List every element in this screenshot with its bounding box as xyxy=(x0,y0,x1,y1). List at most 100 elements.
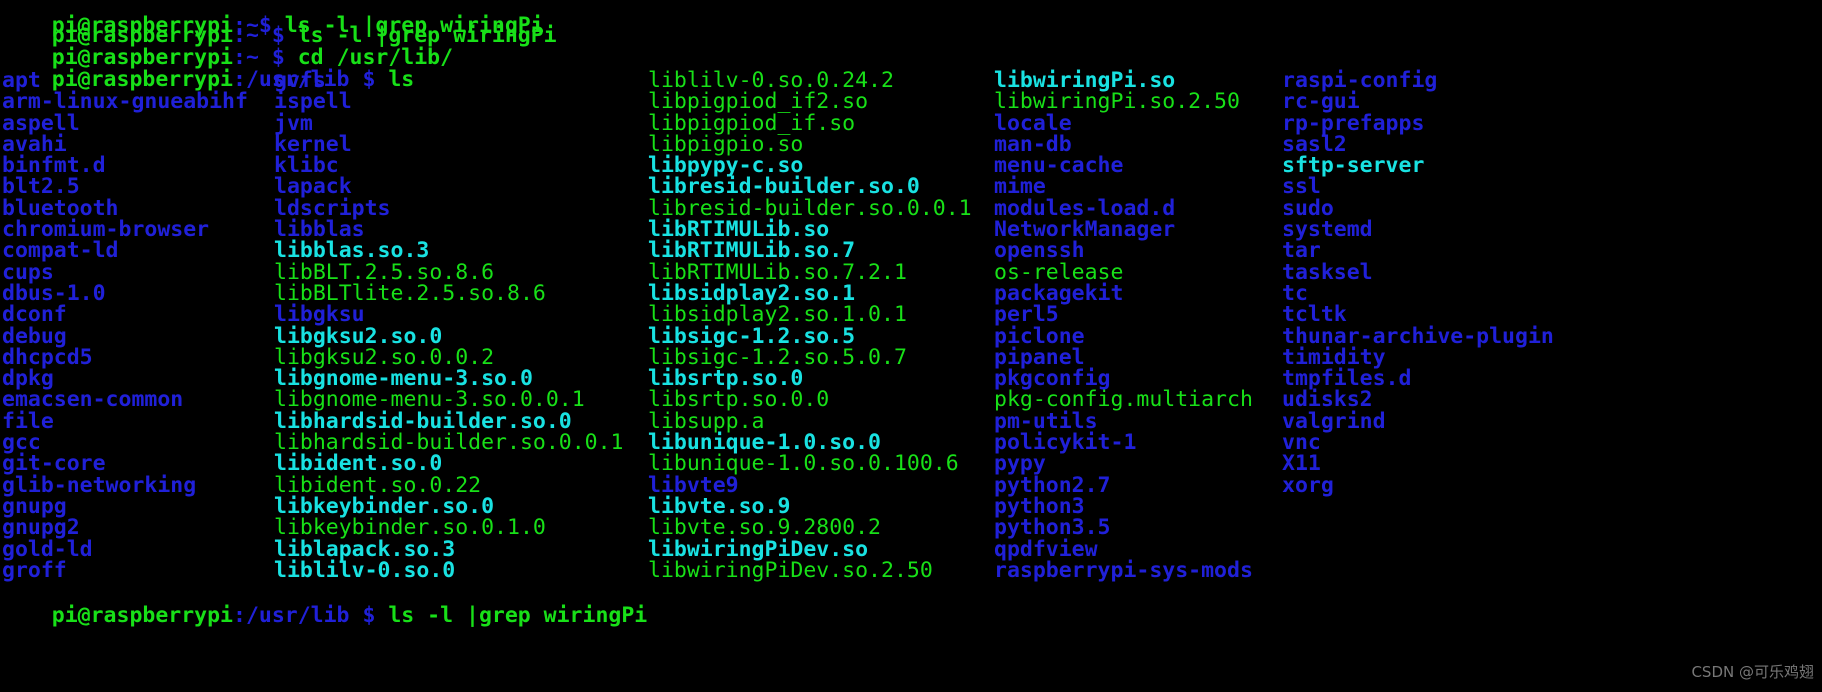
ls-entry: python3 xyxy=(994,493,1085,519)
ls-entry: dpkg xyxy=(2,366,54,392)
ls-entry: thunar-archive-plugin xyxy=(1282,323,1554,349)
ls-entry: chromium-browser xyxy=(2,217,210,243)
ls-entry: libRTIMULib.so.7 xyxy=(648,238,856,264)
prompt-symbol: $ xyxy=(349,603,389,629)
ls-entry: libwiringPiDev.so xyxy=(648,536,869,562)
ls-entry: gnupg xyxy=(2,493,67,519)
ls-entry: libsupp.a xyxy=(648,408,765,434)
ls-column-2: liblilv-0.so.0.24.2 libpigpiod_if2.so libp… xyxy=(648,68,994,583)
ls-entry: libwiringPi.so.2.50 xyxy=(994,89,1240,115)
ls-entry: pkgconfig xyxy=(994,366,1111,392)
ls-entry: blt2.5 xyxy=(2,174,80,200)
ls-entry: pipanel xyxy=(994,344,1085,370)
ls-entry: libsidplay2.so.1.0.1 xyxy=(648,302,907,328)
ls-entry: perl5 xyxy=(994,302,1059,328)
ls-entry: sudo xyxy=(1282,195,1334,221)
terminal-prompt-line-3: pi@raspberrypi:/usr/lib $ ls xyxy=(0,48,1822,91)
ls-entry: gcc xyxy=(2,430,41,456)
ls-entry: rp-prefapps xyxy=(1282,110,1425,136)
ls-entry: file xyxy=(2,408,54,434)
ls-entry: dhcpcd5 xyxy=(2,344,93,370)
ls-entry: liblilv-0.so.0 xyxy=(274,557,456,583)
ls-entry: xorg xyxy=(1282,472,1334,498)
ls-entry: libhardsid-builder.so.0.0.1 xyxy=(274,430,624,456)
ls-entry: python3.5 xyxy=(994,515,1111,541)
ls-entry: libwiringPi.so xyxy=(994,68,1176,93)
ls-entry: liblilv-0.so.0.24.2 xyxy=(648,68,894,93)
ls-entry: libsigc-1.2.so.5.0.7 xyxy=(648,344,907,370)
csdn-watermark: CSDN @可乐鸡翅 xyxy=(1691,663,1814,681)
ls-entry: os-release xyxy=(994,259,1124,285)
ls-entry: packagekit xyxy=(994,280,1124,306)
prompt-command: ls -l |grep wiringPi xyxy=(388,603,648,629)
ls-entry: pypy xyxy=(994,451,1046,477)
ls-entry: ispell xyxy=(274,89,352,115)
ls-entry: ldscripts xyxy=(274,195,391,221)
terminal-prompt-line-2: pi@raspberrypi:~ $ cd /usr/lib/ xyxy=(0,26,1822,69)
ls-entry: aspell xyxy=(2,110,80,136)
ls-entry: NetworkManager xyxy=(994,217,1176,243)
prompt-path: :/usr/lib xyxy=(233,603,350,629)
ls-entry: libgksu2.so.0.0.2 xyxy=(274,344,495,370)
ls-entry: libunique-1.0.so.0.100.6 xyxy=(648,451,959,477)
ls-entry: avahi xyxy=(2,131,67,157)
ls-entry: compat-ld xyxy=(2,238,119,264)
ls-entry: modules-load.d xyxy=(994,195,1176,221)
ls-entry: libRTIMULib.so.7.2.1 xyxy=(648,259,907,285)
ls-entry: libgksu2.so.0 xyxy=(274,323,443,349)
ls-entry: libpigpiod_if2.so xyxy=(648,89,869,115)
ls-entry: libpigpio.so xyxy=(648,131,804,157)
ls-entry: libresid-builder.so.0.0.1 xyxy=(648,195,972,221)
ls-entry: sftp-server xyxy=(1282,153,1425,179)
ls-entry: emacsen-common xyxy=(2,387,184,413)
prompt-user-host: pi@raspberrypi xyxy=(51,603,233,629)
ls-column-3: libwiringPi.so libwiringPi.so.2.50 locale m… xyxy=(994,68,1280,583)
ls-entry: libvte.so.9 xyxy=(648,493,791,519)
ls-output-grid: apt arm-linux-gnueabihf aspell avahi binfmt.… xyxy=(0,70,1822,670)
ls-entry: libRTIMULib.so xyxy=(648,217,830,243)
ls-entry: lapack xyxy=(274,174,352,200)
ls-entry: tmpfiles.d xyxy=(1282,366,1412,392)
ls-entry: arm-linux-gnueabihf xyxy=(2,89,248,115)
ls-entry: qpdfview xyxy=(994,536,1098,562)
ls-entry: sasl2 xyxy=(1282,131,1347,157)
ls-entry: valgrind xyxy=(1282,408,1386,434)
ls-entry: rc-gui xyxy=(1282,89,1360,115)
ls-entry: libkeybinder.so.0 xyxy=(274,493,495,519)
ls-entry: libwiringPiDev.so.2.50 xyxy=(648,557,933,583)
ls-entry: cups xyxy=(2,259,54,285)
ls-entry: libBLT.2.5.so.8.6 xyxy=(274,259,495,285)
ls-entry: tcltk xyxy=(1282,302,1347,328)
ls-entry: git-core xyxy=(2,451,106,477)
ls-entry: python2.7 xyxy=(994,472,1111,498)
terminal-window[interactable]: pi@raspberrypi:~$ ls -l |grep wiringPi p… xyxy=(0,0,1822,692)
ls-column-1: gvfs ispell jvm kernel klibc lapack ldscripts l… xyxy=(274,68,648,583)
ls-entry: libident.so.0.22 xyxy=(274,472,482,498)
ls-entry: pm-utils xyxy=(994,408,1098,434)
ls-entry: systemd xyxy=(1282,217,1373,243)
ls-entry: tasksel xyxy=(1282,259,1373,285)
ls-entry: gvfs xyxy=(274,68,326,93)
ls-entry: libvte.so.9.2800.2 xyxy=(648,515,881,541)
ls-entry: man-db xyxy=(994,131,1072,157)
ls-entry: libunique-1.0.so.0 xyxy=(648,430,881,456)
ls-entry: locale xyxy=(994,110,1072,136)
ls-column-0: apt arm-linux-gnueabihf aspell avahi binfmt.… xyxy=(2,68,274,582)
ls-column-4: raspi-config rc-gui rp-prefapps sasl2 sftp-s… xyxy=(1282,70,1682,496)
ls-entry: raspberrypi-sys-mods xyxy=(994,557,1253,583)
ls-entry: klibc xyxy=(274,153,339,179)
ls-entry: libsidplay2.so.1 xyxy=(648,280,856,306)
ls-entry: pkg-config.multiarch xyxy=(994,387,1253,413)
ls-entry: piclone xyxy=(994,323,1085,349)
ls-entry: policykit-1 xyxy=(994,430,1137,456)
ls-entry: libpigpiod_if.so xyxy=(648,110,856,136)
ls-entry: bluetooth xyxy=(2,195,119,221)
ls-entry: menu-cache xyxy=(994,153,1124,179)
ls-entry: tc xyxy=(1282,280,1308,306)
ls-entry: dconf xyxy=(2,302,67,328)
ls-entry: libgksu xyxy=(274,302,365,328)
ls-entry: liblapack.so.3 xyxy=(274,536,456,562)
ls-entry: libblas xyxy=(274,217,365,243)
ls-entry: openssh xyxy=(994,238,1085,264)
ls-entry: apt xyxy=(2,68,41,93)
